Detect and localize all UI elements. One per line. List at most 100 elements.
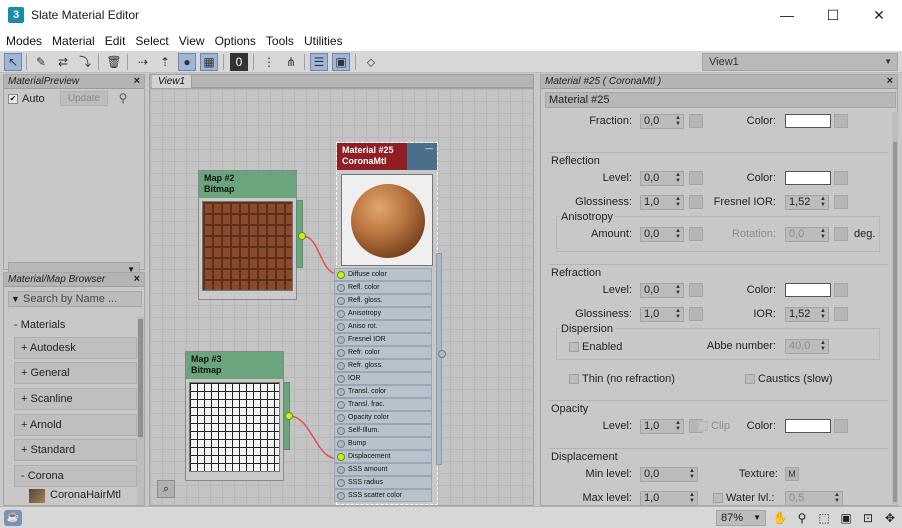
slot-sss-radius[interactable]: SSS radius [334, 476, 432, 489]
aniso-rotation-map-button[interactable] [834, 227, 848, 241]
caustics-checkbox[interactable] [745, 374, 755, 384]
pan-hand-icon[interactable]: ✋ [772, 510, 788, 526]
slot-dot[interactable] [337, 375, 345, 383]
select-by-material-icon[interactable]: ⬦ [362, 53, 380, 71]
slot-anisotropy[interactable]: Anisotropy [334, 307, 432, 320]
slot-opacity-color[interactable]: Opacity color [334, 411, 432, 424]
zoom-extents-icon[interactable]: ▣ [838, 510, 854, 526]
menu-select[interactable]: Select [135, 34, 168, 48]
close-icon[interactable]: × [887, 75, 893, 88]
materials-section[interactable]: - Materials [8, 315, 136, 337]
browser-scroll-thumb[interactable] [138, 319, 143, 437]
spinner-arrows-icon[interactable]: ▲ ▼ [834, 492, 840, 504]
spinner-arrows-icon[interactable]: ▲ ▼ [675, 115, 681, 127]
slot-sss-scatter-color[interactable]: SSS scatter color [334, 489, 432, 502]
slot-dot[interactable] [337, 414, 345, 422]
parameter-editor-icon[interactable]: ▣ [332, 53, 350, 71]
params-scroll-thumb[interactable] [893, 142, 897, 502]
slot-dot[interactable] [337, 453, 345, 461]
spinner-arrows-icon[interactable]: ▲ ▼ [820, 196, 826, 208]
slot-dot[interactable] [337, 401, 345, 409]
spinner-arrows-icon[interactable]: ▲ ▼ [675, 228, 681, 240]
binoculars-icon[interactable]: ⌕ [157, 480, 175, 498]
group-general[interactable]: + General [14, 362, 137, 384]
spinner-arrows-icon[interactable]: ▲ ▼ [675, 172, 681, 184]
zoom-region-icon[interactable]: ⬚ [816, 510, 832, 526]
slot-refr-gloss[interactable]: Refr. gloss. [334, 359, 432, 372]
refr-color-map-button[interactable] [834, 283, 848, 297]
select-children-icon[interactable]: ⇡ [156, 53, 174, 71]
thin-checkbox[interactable] [569, 374, 579, 384]
spinner-arrows-icon[interactable]: ▲ ▼ [675, 196, 681, 208]
slot-refl-gloss[interactable]: Refl. gloss. [334, 294, 432, 307]
node-collapse-button[interactable]: — [407, 143, 437, 170]
node-map2[interactable]: Map #2 Bitmap [198, 170, 297, 300]
fraction-color-map-button[interactable] [834, 114, 848, 128]
menu-view[interactable]: View [179, 34, 205, 48]
node-map2-output-dot[interactable] [298, 232, 306, 240]
refl-gloss-map-button[interactable] [689, 195, 703, 209]
slot-dot[interactable] [337, 297, 345, 305]
pan-to-selected-icon[interactable]: ✥ [882, 510, 898, 526]
slot-dot[interactable] [337, 427, 345, 435]
assign-material-icon[interactable]: ⤵ [76, 53, 94, 71]
slot-diffuse-color[interactable]: Diffuse color [334, 268, 432, 281]
refr-level-map-button[interactable] [689, 283, 703, 297]
group-autodesk[interactable]: + Autodesk [14, 337, 137, 359]
close-icon[interactable]: × [134, 273, 140, 286]
slot-dot[interactable] [337, 349, 345, 357]
show-end-result-icon[interactable]: 0 [230, 53, 248, 71]
corona-hair-item[interactable]: CoronaHairMtl [44, 485, 136, 507]
refr-gloss-spinner[interactable]: 1,0 ▲ ▼ [640, 307, 684, 322]
slot-self-illum[interactable]: Self-Illum. [334, 424, 432, 437]
disp-max-spinner[interactable]: 1,0 ▲ ▼ [640, 491, 698, 506]
refr-level-spinner[interactable]: 0,0 ▲ ▼ [640, 283, 684, 298]
refr-color-swatch[interactable] [785, 283, 831, 297]
slot-dot[interactable] [337, 362, 345, 370]
group-standard[interactable]: + Standard [14, 439, 137, 461]
zoom-selected-icon[interactable]: ⊡ [860, 510, 876, 526]
select-tool-icon[interactable]: ↖ [4, 53, 22, 71]
delete-icon[interactable]: 🗑 [105, 53, 123, 71]
clip-checkbox[interactable] [698, 421, 708, 431]
slot-ior[interactable]: IOR [334, 372, 432, 385]
slot-transl-frac[interactable]: Transl. frac. [334, 398, 432, 411]
minimize-button[interactable]: — [764, 0, 810, 31]
move-children-icon[interactable]: ⇢ [134, 53, 152, 71]
slot-fresnel-ior[interactable]: Fresnel IOR [334, 333, 432, 346]
opacity-level-spinner[interactable]: 1,0 ▲ ▼ [640, 419, 684, 434]
refl-color-swatch[interactable] [785, 171, 831, 185]
menu-material[interactable]: Material [52, 34, 95, 48]
zoom-icon[interactable]: ⚲ [794, 510, 810, 526]
spinner-arrows-icon[interactable]: ▲ ▼ [689, 468, 695, 480]
group-arnold[interactable]: + Arnold [14, 414, 137, 436]
refl-level-spinner[interactable]: 0,0 ▲ ▼ [640, 171, 684, 186]
menu-utilities[interactable]: Utilities [304, 34, 343, 48]
slot-dot[interactable] [337, 336, 345, 344]
menu-options[interactable]: Options [215, 34, 256, 48]
search-options-icon[interactable]: ▼ [11, 294, 20, 304]
view-selector[interactable]: View1 ▼ [702, 53, 898, 71]
tab-view1[interactable]: View1 [152, 75, 193, 88]
opacity-color-swatch[interactable] [785, 419, 831, 433]
slot-aniso-rot[interactable]: Aniso rot. [334, 320, 432, 333]
spinner-arrows-icon[interactable]: ▲ ▼ [689, 492, 695, 504]
zoom-selector[interactable]: 87% ▼ [716, 510, 766, 526]
slot-dot[interactable] [337, 466, 345, 474]
spinner-arrows-icon[interactable]: ▲ ▼ [675, 420, 681, 432]
slot-dot[interactable] [337, 479, 345, 487]
slot-dot[interactable] [337, 388, 345, 396]
teapot-icon[interactable]: ☕ [4, 510, 22, 526]
refl-level-map-button[interactable] [689, 171, 703, 185]
aniso-amount-map-button[interactable] [689, 227, 703, 241]
slot-dot[interactable] [337, 271, 345, 279]
slot-dot[interactable] [337, 440, 345, 448]
menu-modes[interactable]: Modes [6, 34, 42, 48]
spinner-arrows-icon[interactable]: ▲ ▼ [820, 308, 826, 320]
group-scanline[interactable]: + Scanline [14, 388, 137, 410]
aniso-amount-spinner[interactable]: 0,0 ▲ ▼ [640, 227, 684, 242]
water-level-spinner[interactable]: 0,5 ▲ ▼ [785, 491, 843, 506]
water-level-checkbox[interactable] [713, 493, 723, 503]
fresnel-ior-spinner[interactable]: 1,52 ▲ ▼ [785, 195, 829, 210]
ior-spinner[interactable]: 1,52 ▲ ▼ [785, 307, 829, 322]
